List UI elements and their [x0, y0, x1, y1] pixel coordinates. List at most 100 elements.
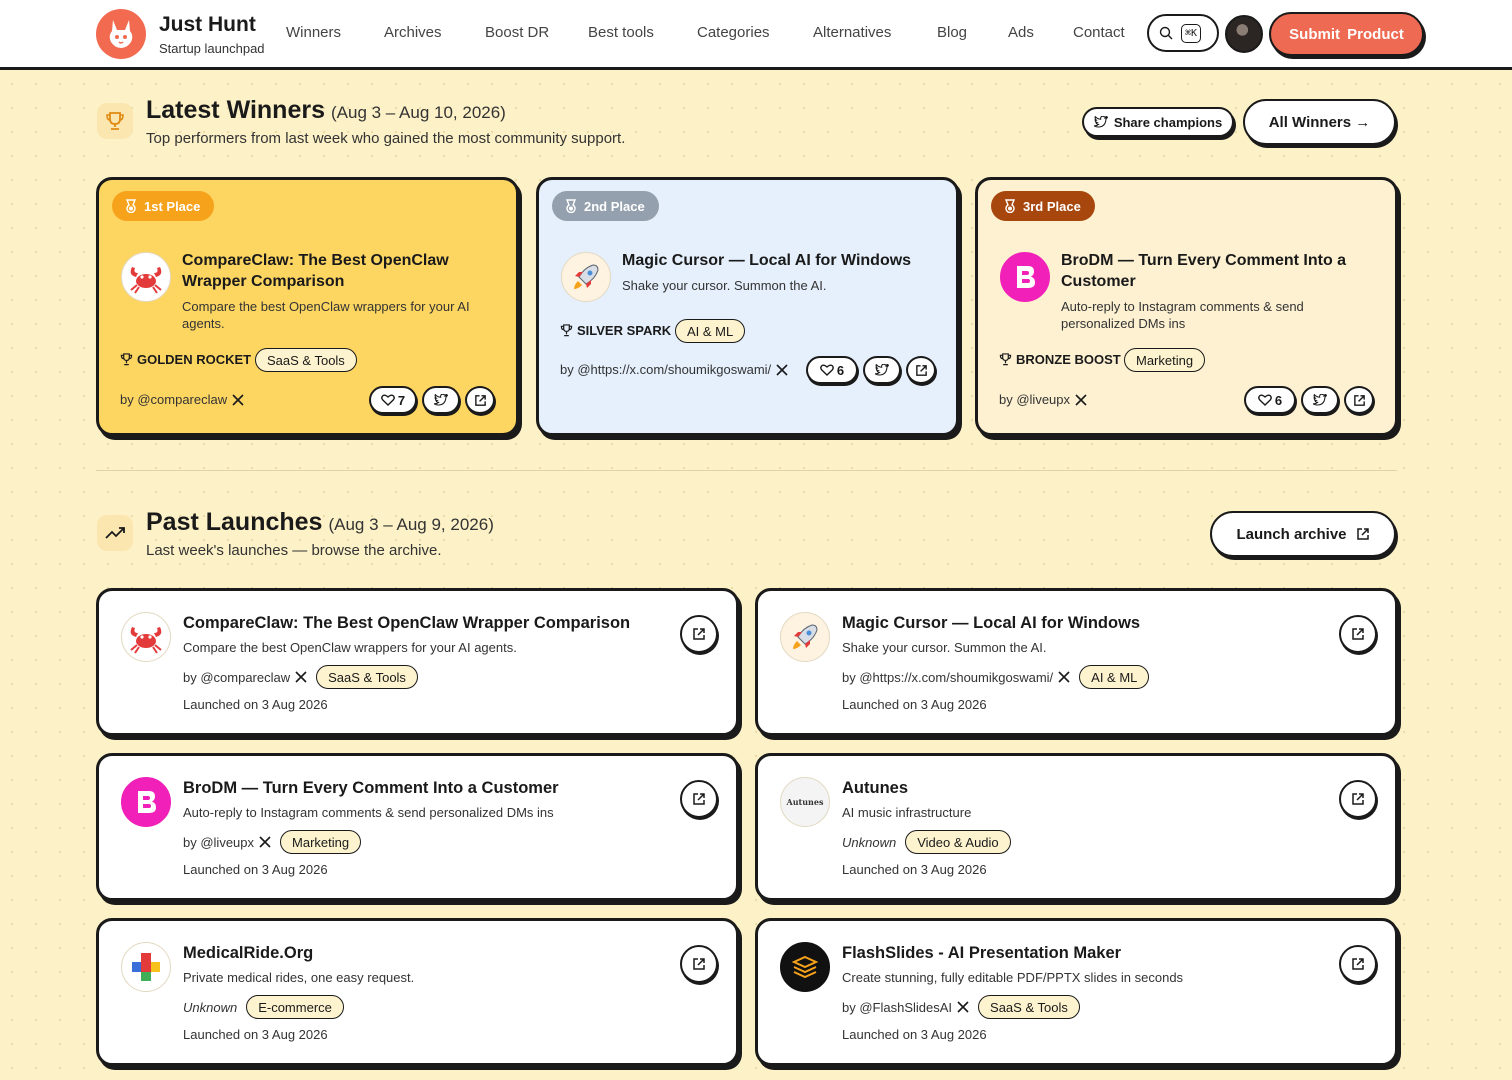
maker-handle[interactable]: by @compareclaw [183, 670, 290, 685]
x-logo-icon[interactable] [259, 836, 271, 848]
winner-card-2nd[interactable]: 2nd Place Magic Cursor — Local AI for Wi… [536, 177, 959, 436]
latest-winners-range: (Aug 3 – Aug 10, 2026) [330, 103, 506, 122]
twitter-bird-icon [434, 394, 448, 406]
nav-contact[interactable]: Contact [1073, 24, 1125, 41]
twitter-bird-icon [1313, 394, 1327, 406]
upvote-button[interactable]: 6 [1244, 386, 1296, 414]
launch-description: Private medical rides, one easy request. [183, 970, 415, 985]
x-logo-icon[interactable] [957, 1001, 969, 1013]
nav-categories[interactable]: Categories [697, 24, 770, 41]
launch-date: Launched on 3 Aug 2026 [842, 862, 987, 877]
trophy-icon [97, 103, 133, 139]
latest-winners-heading: Latest Winners [146, 96, 325, 124]
x-logo-icon[interactable] [1075, 393, 1087, 406]
upvote-button[interactable]: 6 [806, 356, 858, 384]
launch-card[interactable]: BroDM — Turn Every Comment Into a Custom… [96, 753, 739, 901]
maker-handle[interactable]: by @https://x.com/shoumikgoswami/ [560, 362, 771, 377]
launch-card[interactable]: CompareClaw: The Best OpenClaw Wrapper C… [96, 588, 739, 736]
share-champions-button[interactable]: Share champions [1082, 107, 1234, 137]
maker-byline[interactable]: by @liveupx [999, 392, 1087, 407]
category-tag[interactable]: SaaS & Tools [255, 348, 357, 372]
category-tag[interactable]: E-commerce [246, 995, 344, 1019]
winner-card-1st[interactable]: 1st Place CompareClaw: The Best OpenClaw… [96, 177, 519, 436]
nav-archives[interactable]: Archives [384, 24, 442, 41]
external-link-icon [1352, 793, 1364, 805]
launch-title[interactable]: CompareClaw: The Best OpenClaw Wrapper C… [183, 613, 630, 634]
category-tag[interactable]: Marketing [280, 830, 362, 854]
share-twitter-button[interactable] [422, 386, 460, 414]
medical-cross-icon [121, 942, 171, 992]
launch-title[interactable]: MedicalRide.Org [183, 943, 313, 964]
winner-title[interactable]: CompareClaw: The Best OpenClaw Wrapper C… [182, 250, 502, 292]
maker-handle[interactable]: by @FlashSlidesAI [842, 1000, 952, 1015]
maker-handle[interactable]: by @liveupx [999, 392, 1070, 407]
launch-date: Launched on 3 Aug 2026 [842, 697, 987, 712]
launch-card[interactable]: FlashSlides - AI Presentation Maker Crea… [755, 918, 1398, 1066]
winner-card-3rd[interactable]: 3rd Place BroDM — Turn Every Comment Int… [975, 177, 1398, 436]
category-tag[interactable]: Marketing [1124, 348, 1206, 372]
external-link-icon [915, 364, 927, 376]
launch-card[interactable]: Magic Cursor — Local AI for Windows Shak… [755, 588, 1398, 736]
launch-description: Create stunning, fully editable PDF/PPTX… [842, 970, 1184, 985]
maker-handle[interactable]: by @compareclaw [120, 392, 227, 407]
launch-title[interactable]: Autunes [842, 778, 908, 799]
external-link-button[interactable] [680, 780, 718, 818]
rocket-icon [561, 252, 611, 302]
trophy-icon [560, 324, 573, 337]
upvote-button[interactable]: 7 [369, 386, 417, 414]
maker-byline[interactable]: by @compareclaw [120, 392, 244, 407]
brand-title[interactable]: Just Hunt [159, 13, 256, 37]
launch-title[interactable]: BroDM — Turn Every Comment Into a Custom… [183, 778, 559, 799]
category-tag[interactable]: Video & Audio [905, 830, 1011, 854]
nav-boost-dr[interactable]: Boost DR [485, 24, 549, 41]
category-tag[interactable]: AI & ML [1079, 665, 1150, 689]
x-logo-icon[interactable] [1058, 671, 1070, 683]
stack-icon [780, 942, 830, 992]
maker-handle[interactable]: by @liveupx [183, 835, 254, 850]
nav-blog[interactable]: Blog [937, 24, 967, 41]
external-link-icon [474, 394, 486, 406]
category-tag[interactable]: AI & ML [675, 319, 746, 343]
external-link-button[interactable] [465, 386, 495, 414]
launch-title[interactable]: Magic Cursor — Local AI for Windows [842, 613, 1140, 634]
nav-ads[interactable]: Ads [1008, 24, 1034, 41]
award-label: SILVER SPARK [560, 323, 671, 338]
maker-handle[interactable]: by @https://x.com/shoumikgoswami/ [842, 670, 1053, 685]
nav-alternatives[interactable]: Alternatives [813, 24, 891, 41]
launch-card[interactable]: MedicalRide.Org Private medical rides, o… [96, 918, 739, 1066]
maker-byline: by @FlashSlidesAI SaaS & Tools [842, 995, 1080, 1019]
heart-icon [1258, 394, 1272, 406]
external-link-button[interactable] [1339, 780, 1377, 818]
external-link-button[interactable] [1339, 615, 1377, 653]
x-logo-icon[interactable] [295, 671, 307, 683]
winner-title[interactable]: Magic Cursor — Local AI for Windows [622, 250, 942, 271]
launch-description: Compare the best OpenClaw wrappers for y… [183, 640, 517, 655]
launch-title[interactable]: FlashSlides - AI Presentation Maker [842, 943, 1121, 964]
all-winners-button[interactable]: All Winners → [1243, 99, 1396, 145]
nav-winners[interactable]: Winners [286, 24, 341, 41]
external-link-button[interactable] [680, 945, 718, 983]
share-twitter-button[interactable] [863, 356, 901, 384]
share-twitter-button[interactable] [1301, 386, 1339, 414]
external-link-button[interactable] [680, 615, 718, 653]
winner-title[interactable]: BroDM — Turn Every Comment Into a Custom… [1061, 250, 1381, 292]
category-tag[interactable]: SaaS & Tools [316, 665, 418, 689]
category-tag[interactable]: SaaS & Tools [978, 995, 1080, 1019]
launch-card[interactable]: Autunes Autunes AI music infrastructure … [755, 753, 1398, 901]
crab-icon [121, 252, 171, 302]
card-actions: 6 [806, 356, 936, 384]
just-hunt-logo-icon[interactable] [96, 9, 146, 59]
launch-archive-button[interactable]: Launch archive [1210, 511, 1396, 557]
user-avatar[interactable] [1225, 15, 1263, 53]
search-button[interactable]: ⌘K [1147, 14, 1219, 52]
external-link-button[interactable] [906, 356, 936, 384]
nav-best-tools[interactable]: Best tools [588, 24, 654, 41]
maker-byline[interactable]: by @https://x.com/shoumikgoswami/ [560, 362, 788, 377]
x-logo-icon[interactable] [776, 363, 788, 376]
trophy-icon [120, 353, 133, 366]
external-link-button[interactable] [1344, 386, 1374, 414]
external-link-button[interactable] [1339, 945, 1377, 983]
x-logo-icon[interactable] [232, 393, 244, 406]
past-launches-heading: Past Launches [146, 508, 323, 536]
submit-product-button[interactable]: Submit Product [1269, 12, 1424, 56]
